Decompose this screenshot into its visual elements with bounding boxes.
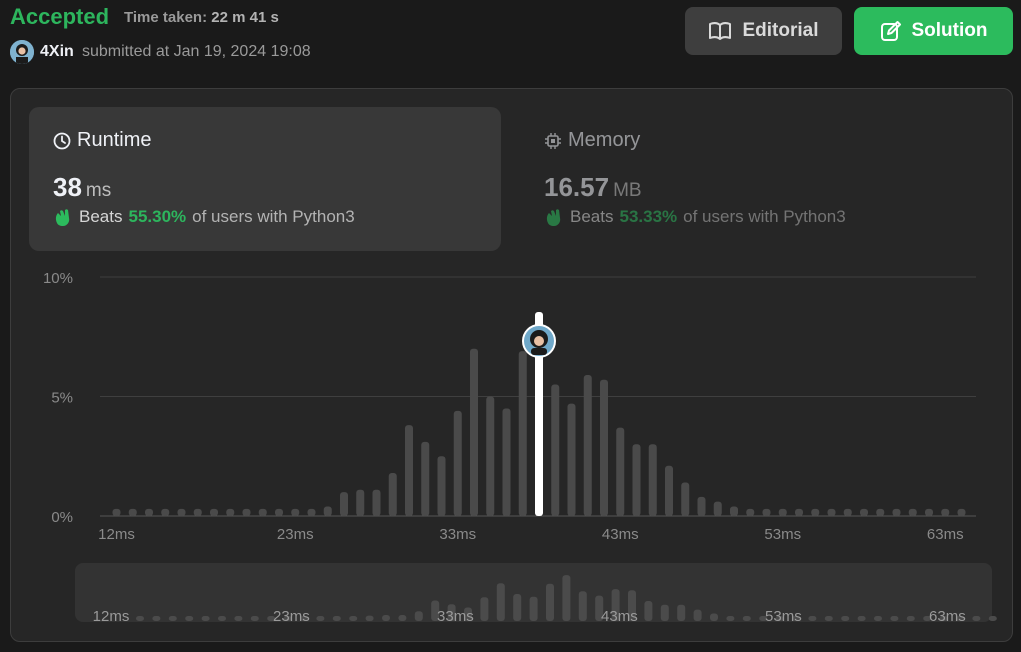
username[interactable]: 4Xin: [40, 43, 74, 61]
solution-label: Solution: [911, 20, 988, 41]
clap-icon: [546, 209, 561, 226]
runtime-card[interactable]: Runtime 38 ms Beats 55.30% of users with …: [29, 107, 501, 251]
editorial-button[interactable]: Editorial: [685, 7, 842, 55]
solution-button[interactable]: Solution: [854, 7, 1013, 55]
runtime-title: Runtime: [77, 129, 152, 151]
runtime-beats: Beats 55.30% of users with Python3: [53, 207, 477, 227]
runtime-beats-prefix: Beats: [79, 207, 123, 226]
runtime-header: Runtime: [53, 129, 477, 152]
book-open-icon: [709, 21, 732, 40]
runtime-beats-percent: 55.30%: [128, 207, 187, 226]
memory-title: Memory: [568, 129, 641, 151]
submitted-at: submitted at Jan 19, 2024 19:08: [82, 43, 311, 60]
runtime-number: 38: [53, 172, 82, 202]
memory-number: 16.57: [544, 172, 610, 202]
status-accepted: Accepted: [10, 4, 110, 29]
clock-icon: [53, 132, 71, 149]
time-taken: Time taken: 22 m 41 s: [124, 9, 279, 26]
runtime-beats-suffix: of users with Python3: [192, 207, 355, 226]
performance-panel: Runtime 38 ms Beats 55.30% of users with …: [10, 88, 1013, 642]
memory-beats-percent: 53.33%: [619, 207, 678, 226]
memory-beats: Beats 53.33% of users with Python3: [544, 207, 968, 227]
memory-beats-prefix: Beats: [570, 207, 614, 226]
memory-card[interactable]: Memory 16.57 MB Beats 53.33% of users wit…: [520, 107, 992, 251]
memory-value: 16.57 MB: [544, 172, 968, 203]
chip-icon: [545, 132, 561, 149]
memory-beats-suffix: of users with Python3: [683, 207, 846, 226]
memory-header: Memory: [544, 129, 968, 152]
memory-unit: MB: [613, 180, 642, 201]
runtime-value: 38 ms: [53, 172, 477, 203]
avatar[interactable]: [10, 40, 34, 64]
editorial-label: Editorial: [742, 20, 819, 41]
runtime-unit: ms: [85, 180, 112, 201]
edit-icon: [880, 21, 901, 41]
time-taken-label: Time taken:: [124, 9, 208, 26]
clap-icon: [55, 209, 70, 226]
time-taken-value: 22 m 41 s: [211, 9, 279, 26]
submission-header: Accepted Time taken: 22 m 41 s 4Xin subm…: [0, 0, 1021, 80]
